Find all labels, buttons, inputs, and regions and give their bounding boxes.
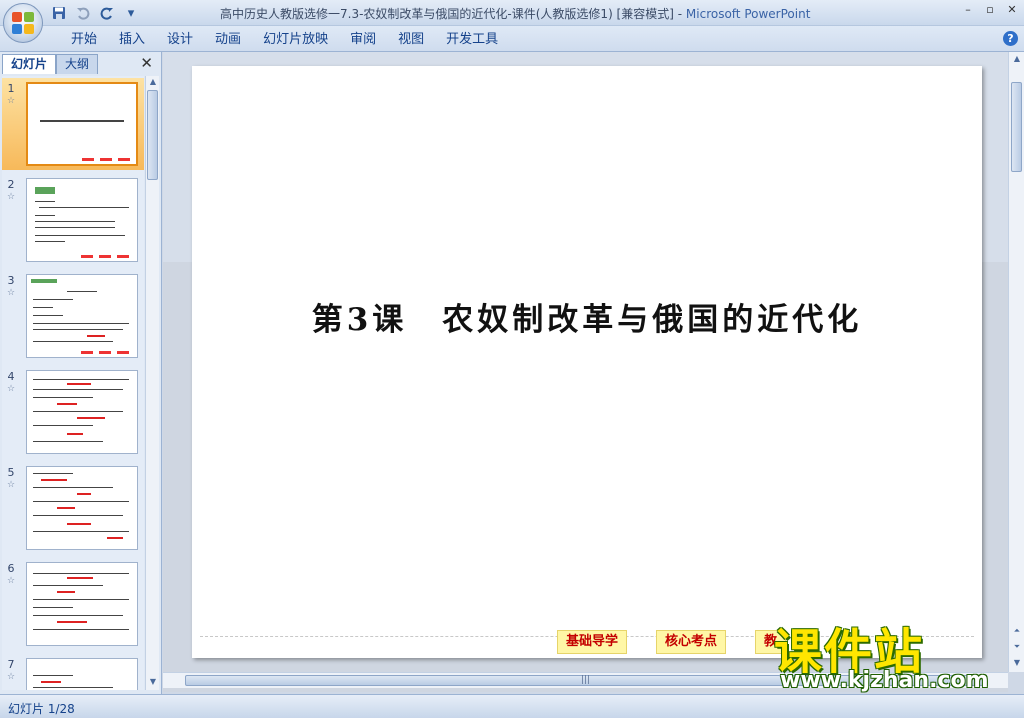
slide-preview xyxy=(26,658,138,690)
animation-star-icon: ☆ xyxy=(7,672,16,682)
grip-icon: ||| xyxy=(581,675,591,685)
scrollbar-thumb[interactable] xyxy=(147,90,158,180)
slide-number: 1 xyxy=(7,82,15,95)
basic-guide-button[interactable]: 基础导学 xyxy=(557,630,628,654)
minimize-button[interactable]: – xyxy=(960,3,976,17)
title-separator: - xyxy=(673,7,686,21)
next-slide-icon[interactable]: ⏷ xyxy=(1011,642,1023,654)
tab-design[interactable]: 设计 xyxy=(156,31,204,49)
tab-home[interactable]: 开始 xyxy=(60,31,108,49)
slide-preview xyxy=(26,82,138,166)
tab-animations[interactable]: 动画 xyxy=(204,31,252,49)
office-logo-icon xyxy=(12,12,34,34)
slide-count-status: 幻灯片 1/28 xyxy=(8,702,75,716)
tab-view[interactable]: 视图 xyxy=(387,31,435,49)
animation-star-icon: ☆ xyxy=(7,96,16,106)
slide-preview xyxy=(26,178,138,262)
slide-thumbnail-3[interactable]: 3 ☆ xyxy=(2,270,144,362)
customize-qat-button[interactable]: ▾ xyxy=(122,4,140,22)
animation-star-icon: ☆ xyxy=(7,384,16,394)
quick-access-toolbar: ▾ xyxy=(50,4,140,22)
slide-preview xyxy=(26,274,138,358)
thumbnail-scrollbar[interactable]: ▲ ▼ xyxy=(145,76,159,690)
document-title: 高中历史人教版选修一7.3-农奴制改革与俄国的近代化-课件(人教版选修1) [兼… xyxy=(220,7,674,21)
slide-vertical-scrollbar[interactable]: ▲ ⏶ ⏷ ▼ xyxy=(1008,52,1024,672)
window-controls: – ▫ ✕ xyxy=(960,3,1020,17)
app-name: Microsoft PowerPoint xyxy=(685,7,811,21)
tab-slides[interactable]: 幻灯片 xyxy=(2,54,57,74)
ribbon: 开始 插入 设计 动画 幻灯片放映 审阅 视图 开发工具 ? xyxy=(0,26,1024,52)
slide-title[interactable]: 第3课 农奴制改革与俄国的近代化 xyxy=(192,294,982,339)
animation-star-icon: ☆ xyxy=(7,192,16,202)
tab-slideshow[interactable]: 幻灯片放映 xyxy=(252,31,339,49)
office-button[interactable] xyxy=(3,3,43,43)
scroll-down-arrow-icon[interactable]: ▼ xyxy=(1011,658,1023,670)
tab-outline[interactable]: 大纲 xyxy=(56,54,99,74)
slide-thumbnail-1[interactable]: 1 ☆ xyxy=(2,78,144,170)
slide-thumbnail-4[interactable]: 4 ☆ xyxy=(2,366,144,458)
tab-developer[interactable]: 开发工具 xyxy=(435,31,509,49)
current-slide[interactable]: 第3课 农奴制改革与俄国的近代化 基础导学 核心考点 教 xyxy=(192,66,982,658)
scroll-up-arrow-icon[interactable]: ▲ xyxy=(1011,54,1023,66)
slide-preview xyxy=(26,370,138,454)
scroll-up-arrow-icon[interactable]: ▲ xyxy=(147,77,159,89)
scroll-down-arrow-icon[interactable]: ▼ xyxy=(147,677,159,689)
thumbnail-list: 1 ☆ 2 ☆ 3 ☆ 4 ☆ 5 ☆ 6 ☆ 7 ☆ xyxy=(2,76,144,690)
slide-number: 3 xyxy=(7,274,15,287)
slide-preview xyxy=(26,562,138,646)
redo-icon xyxy=(100,7,113,20)
floppy-disk-icon xyxy=(53,7,65,19)
panel-tabs: 幻灯片 大纲 xyxy=(2,54,99,74)
undo-button[interactable] xyxy=(74,4,92,22)
tab-insert[interactable]: 插入 xyxy=(108,31,156,49)
undo-icon xyxy=(77,7,90,20)
slide-number: 6 xyxy=(7,562,15,575)
redo-button[interactable] xyxy=(98,4,116,22)
scrollbar-thumb[interactable] xyxy=(1011,82,1022,172)
slides-panel: 幻灯片 大纲 ✕ 1 ☆ 2 ☆ 3 ☆ 4 ☆ 5 ☆ 6 ☆ 7 ☆ ▲ ▼ xyxy=(0,52,162,694)
restore-button[interactable]: ▫ xyxy=(982,3,998,17)
title-bar: ▾ 高中历史人教版选修一7.3-农奴制改革与俄国的近代化-课件(人教版选修1) … xyxy=(0,0,1024,26)
slide-editor: 第3课 农奴制改革与俄国的近代化 基础导学 核心考点 教 xyxy=(163,52,1008,692)
ribbon-tabs: 开始 插入 设计 动画 幻灯片放映 审阅 视图 开发工具 xyxy=(60,31,509,49)
slide-thumbnail-7[interactable]: 7 ☆ xyxy=(2,654,144,690)
close-panel-button[interactable]: ✕ xyxy=(140,54,153,72)
slide-thumbnail-2[interactable]: 2 ☆ xyxy=(2,174,144,266)
watermark-url: www.kjzhan.com xyxy=(780,668,989,693)
help-button[interactable]: ? xyxy=(1003,31,1018,46)
close-window-button[interactable]: ✕ xyxy=(1004,3,1020,17)
watermark-logo: 课件站 www.kjzhan.com xyxy=(772,612,1012,698)
animation-star-icon: ☆ xyxy=(7,288,16,298)
slide-preview xyxy=(26,466,138,550)
animation-star-icon: ☆ xyxy=(7,576,16,586)
previous-slide-icon[interactable]: ⏶ xyxy=(1011,626,1023,638)
slide-thumbnail-6[interactable]: 6 ☆ xyxy=(2,558,144,650)
window-title: 高中历史人教版选修一7.3-农奴制改革与俄国的近代化-课件(人教版选修1) [兼… xyxy=(220,5,810,22)
slide-number: 7 xyxy=(7,658,15,671)
animation-star-icon: ☆ xyxy=(7,480,16,490)
slide-number: 5 xyxy=(7,466,15,479)
core-points-button[interactable]: 核心考点 xyxy=(656,630,727,654)
save-button[interactable] xyxy=(50,4,68,22)
tab-review[interactable]: 审阅 xyxy=(339,31,387,49)
slide-number: 4 xyxy=(7,370,15,383)
slide-number: 2 xyxy=(7,178,15,191)
slide-thumbnail-5[interactable]: 5 ☆ xyxy=(2,462,144,554)
